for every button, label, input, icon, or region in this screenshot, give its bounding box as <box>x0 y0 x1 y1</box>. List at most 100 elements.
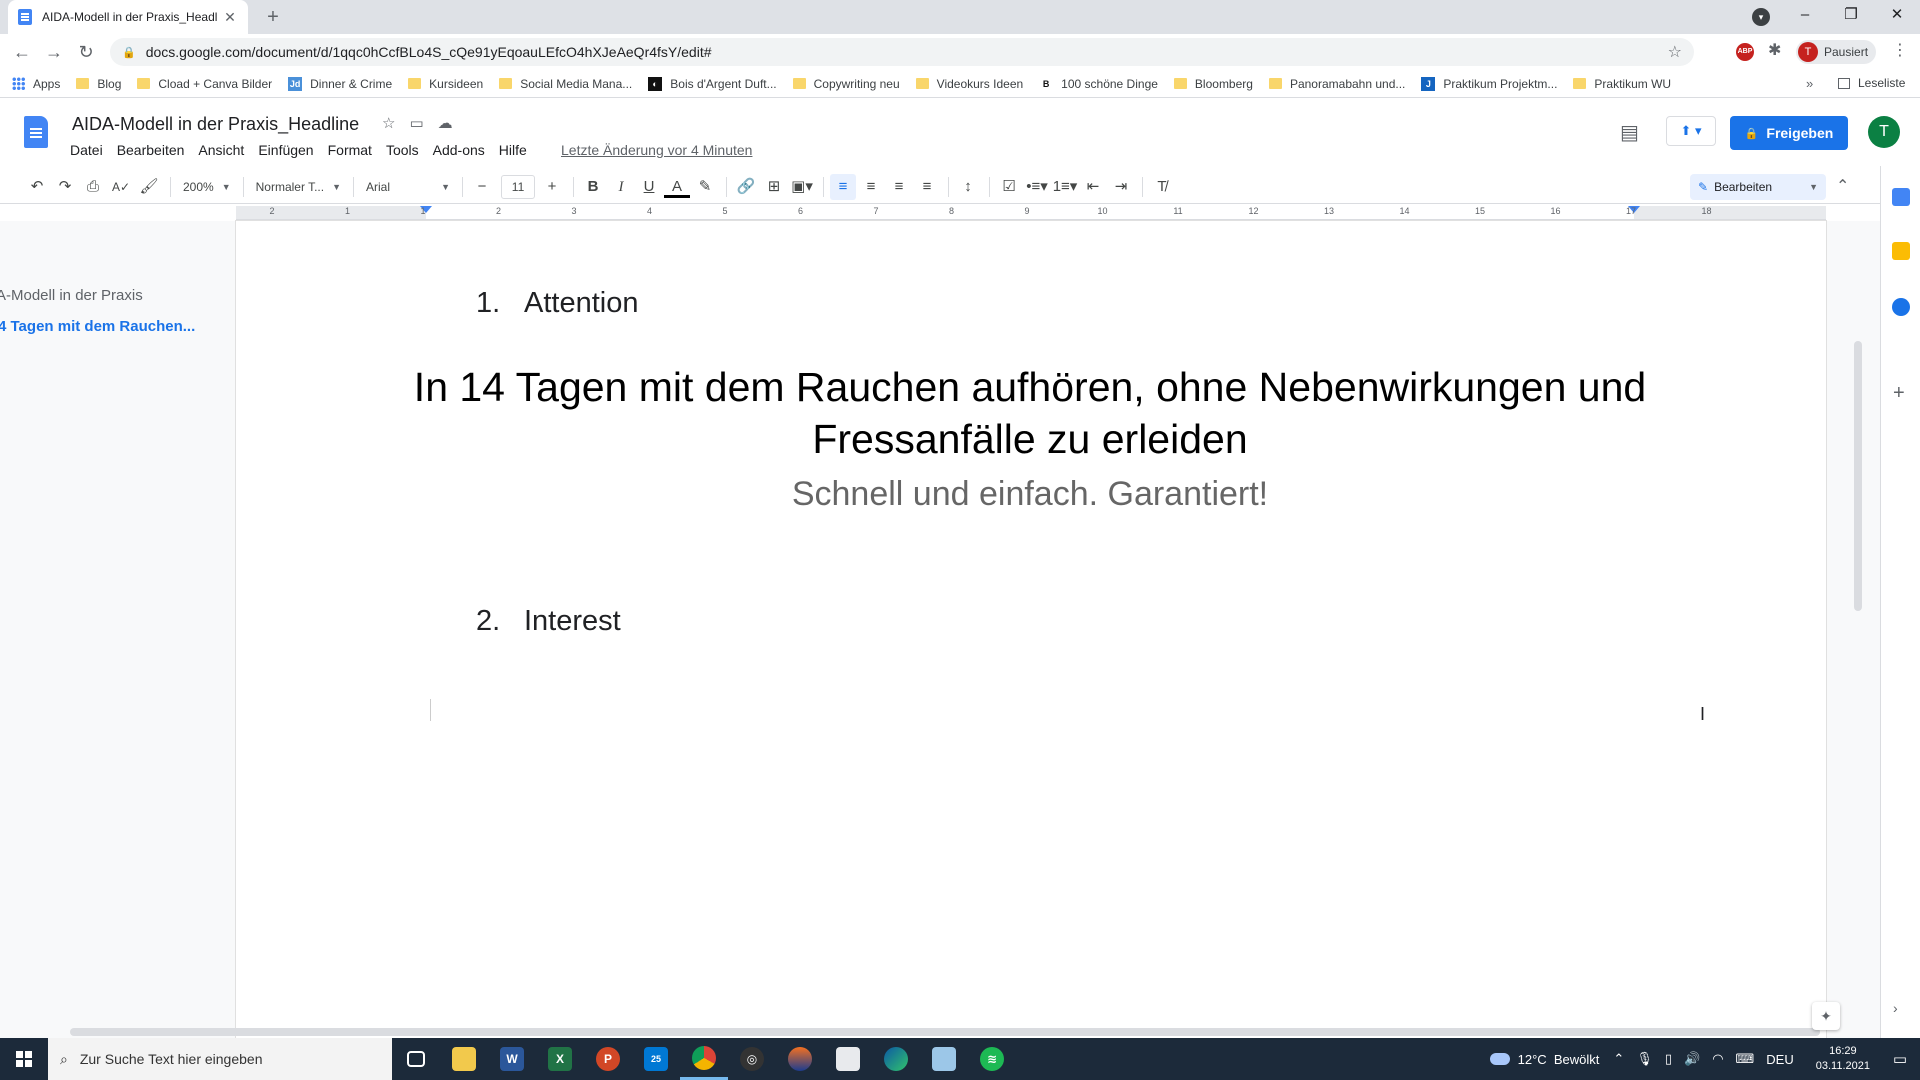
align-right-icon[interactable]: ≡ <box>886 174 912 200</box>
lock-icon[interactable]: 🔒 <box>122 46 136 59</box>
insert-link-icon[interactable]: 🔗 <box>733 174 759 200</box>
taskbar-search[interactable]: ⌕ Zur Suche Text hier eingeben <box>48 1038 392 1080</box>
align-left-icon[interactable]: ≡ <box>830 173 857 200</box>
restore-window-button[interactable]: ❐ <box>1828 0 1874 34</box>
start-button[interactable] <box>0 1038 48 1080</box>
highlight-color-icon[interactable]: ✎ <box>692 174 718 200</box>
print-icon[interactable]: ⎙ <box>80 174 106 200</box>
vertical-scrollbar[interactable] <box>1850 221 1880 1038</box>
align-center-icon[interactable]: ≡ <box>858 174 884 200</box>
profile-button[interactable]: T Pausiert <box>1796 40 1877 64</box>
bookmark-folder[interactable]: Panoramabahn und... <box>1268 77 1405 91</box>
close-tab-icon[interactable]: ✕ <box>222 9 238 26</box>
comment-history-icon[interactable]: ▤ <box>1620 120 1639 145</box>
horizontal-scrollbar[interactable] <box>70 1028 1820 1036</box>
bookmark-folder[interactable]: Cload + Canva Bilder <box>137 77 272 91</box>
style-select[interactable]: Normaler T... ▼ <box>250 174 347 200</box>
tab-search-icon[interactable]: ▾ <box>1752 8 1770 26</box>
taskbar-edge[interactable] <box>872 1038 920 1080</box>
keyboard-icon[interactable]: ⌨ <box>1736 1051 1755 1067</box>
bold-icon[interactable]: B <box>580 174 606 200</box>
line-spacing-icon[interactable]: ↕ <box>955 174 981 200</box>
browser-tab[interactable]: AIDA-Modell in der Praxis_Headl ✕ <box>8 0 248 34</box>
align-justify-icon[interactable]: ≡ <box>914 174 940 200</box>
chevron-up-icon[interactable]: ⌃ <box>1613 1051 1624 1067</box>
taskbar-app[interactable] <box>776 1038 824 1080</box>
account-avatar[interactable]: T <box>1868 116 1900 148</box>
weather-widget[interactable]: 12°C Bewölkt <box>1489 1052 1599 1067</box>
underline-icon[interactable]: U <box>636 174 662 200</box>
share-button[interactable]: 🔒 Freigeben <box>1730 116 1848 150</box>
address-bar[interactable]: 🔒 docs.google.com/document/d/1qqc0hCcfBL… <box>110 38 1694 66</box>
menu-ansicht[interactable]: Ansicht <box>198 142 244 158</box>
italic-icon[interactable]: I <box>608 174 634 200</box>
tasks-icon[interactable] <box>1892 298 1910 316</box>
close-window-button[interactable]: ✕ <box>1874 0 1920 34</box>
last-edit-link[interactable]: Letzte Änderung vor 4 Minuten <box>561 142 752 158</box>
battery-icon[interactable]: ▯ <box>1665 1051 1672 1067</box>
reading-list-button[interactable]: Leseliste <box>1838 76 1905 90</box>
taskbar-chrome[interactable] <box>680 1038 728 1080</box>
microphone-icon[interactable]: 🎙 <box>1636 1051 1653 1067</box>
editing-mode-select[interactable]: ✎ Bearbeiten ▼ <box>1690 174 1826 200</box>
text-color-icon[interactable]: A <box>664 176 691 198</box>
taskbar-obs[interactable]: ◎ <box>728 1038 776 1080</box>
insert-image-icon[interactable]: ▣▾ <box>789 174 815 200</box>
task-view-button[interactable] <box>392 1038 440 1080</box>
decrease-font-size-icon[interactable]: − <box>469 174 495 200</box>
add-addon-icon[interactable]: + <box>1893 382 1905 405</box>
taskbar-notepad[interactable] <box>920 1038 968 1080</box>
bookmark-folder[interactable]: Videokurs Ideen <box>915 77 1023 91</box>
language-indicator[interactable]: DEU <box>1766 1052 1793 1067</box>
decrease-indent-icon[interactable]: ⇤ <box>1080 174 1106 200</box>
bookmark-folder[interactable]: Kursideen <box>408 77 483 91</box>
forward-button[interactable]: → <box>42 40 66 64</box>
bookmark-site[interactable]: J Praktikum Projektm... <box>1421 76 1557 91</box>
outline-item-active[interactable]: 4 Tagen mit dem Rauchen... <box>0 318 220 335</box>
menu-datei[interactable]: Datei <box>70 142 103 158</box>
spellcheck-icon[interactable]: A✓ <box>108 174 134 200</box>
bookmark-folder[interactable]: Social Media Mana... <box>499 77 632 91</box>
bookmark-site[interactable]: Jd Dinner & Crime <box>288 76 392 91</box>
checklist-icon[interactable]: ☑ <box>996 174 1022 200</box>
taskbar-spotify[interactable]: ≋ <box>968 1038 1016 1080</box>
numbered-list-icon[interactable]: 1≡▾ <box>1052 174 1078 200</box>
scrollbar-thumb[interactable] <box>1854 341 1862 611</box>
menu-tools[interactable]: Tools <box>386 142 419 158</box>
document-page[interactable] <box>236 221 1826 1038</box>
back-button[interactable]: ← <box>10 40 34 64</box>
bookmark-folder[interactable]: Blog <box>76 77 121 91</box>
taskbar-file-explorer[interactable] <box>440 1038 488 1080</box>
cloud-status-icon[interactable]: ☁ <box>438 114 453 132</box>
taskbar-mail[interactable]: 25 <box>632 1038 680 1080</box>
adblock-extension-icon[interactable]: ABP <box>1736 43 1754 61</box>
star-icon[interactable]: ☆ <box>382 114 395 132</box>
wifi-icon[interactable]: ◠ <box>1712 1051 1723 1067</box>
new-tab-button[interactable]: + <box>260 4 286 30</box>
keep-icon[interactable] <box>1892 242 1910 260</box>
bookmark-folder[interactable]: Praktikum WU <box>1573 77 1671 91</box>
bookmark-star-icon[interactable]: ☆ <box>1668 42 1682 62</box>
menu-bearbeiten[interactable]: Bearbeiten <box>117 142 185 158</box>
volume-icon[interactable]: 🔊 <box>1684 1051 1700 1067</box>
taskbar-word[interactable]: W <box>488 1038 536 1080</box>
explore-icon[interactable]: ✦ <box>1812 1002 1840 1030</box>
undo-icon[interactable]: ↶ <box>24 174 50 200</box>
chrome-menu-icon[interactable]: ⋮ <box>1892 40 1908 60</box>
minimize-window-button[interactable]: – <box>1782 0 1828 34</box>
bookmark-site[interactable]: ◐ Bois d'Argent Duft... <box>648 76 777 91</box>
subheadline[interactable]: Schnell und einfach. Garantiert! <box>390 475 1670 514</box>
move-folder-icon[interactable]: ▭ <box>409 114 423 132</box>
clear-formatting-icon[interactable]: T̸ <box>1149 174 1175 200</box>
increase-indent-icon[interactable]: ⇥ <box>1108 174 1134 200</box>
headline[interactable]: In 14 Tagen mit dem Rauchen aufhören, oh… <box>390 361 1670 465</box>
increase-font-size-icon[interactable]: + <box>539 174 565 200</box>
heading-attention[interactable]: 1. Attention <box>476 287 638 320</box>
calendar-icon[interactable] <box>1892 188 1910 206</box>
ruler[interactable]: 2 1 1 2 3 4 5 6 7 8 9 10 11 12 13 14 15 16 17 18 <box>236 206 1826 220</box>
menu-hilfe[interactable]: Hilfe <box>499 142 527 158</box>
bookmark-apps[interactable]: Apps <box>12 77 60 91</box>
bookmark-folder[interactable]: Copywriting neu <box>792 77 900 91</box>
redo-icon[interactable]: ↷ <box>52 174 78 200</box>
menu-format[interactable]: Format <box>328 142 372 158</box>
